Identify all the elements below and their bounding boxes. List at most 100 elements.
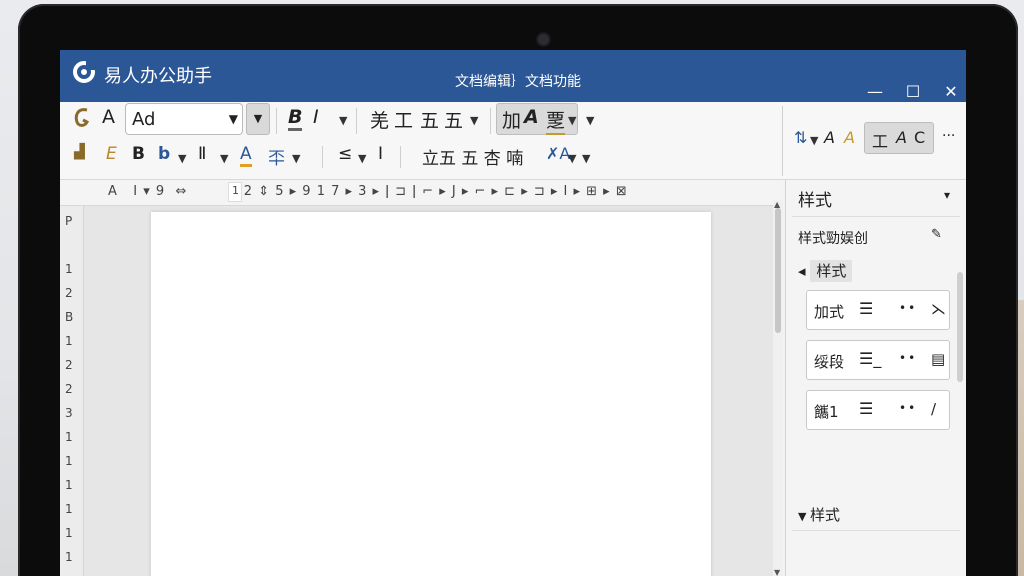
separator — [322, 146, 323, 168]
vruler-label: 2 — [65, 358, 73, 372]
style-card-action[interactable]: ▤ — [931, 350, 945, 368]
panel-title: 样式 — [798, 191, 832, 211]
divider — [792, 530, 960, 531]
style-card[interactable]: 加式 ☰ •• ⋋ — [806, 290, 950, 330]
chevron-down-icon[interactable]: ▼ — [810, 134, 818, 147]
style-t4-button[interactable]: 五 — [444, 106, 463, 133]
style-group-c-button[interactable]: 覂 — [546, 106, 566, 135]
chevron-down-icon[interactable]: ▼ — [582, 152, 590, 165]
chevron-down-icon: ▼ — [798, 510, 810, 523]
align-lines-icon: ☰ — [859, 399, 874, 418]
side-c-button[interactable]: C — [914, 128, 925, 147]
font-size-dropdown[interactable]: ▼ — [246, 103, 270, 135]
style-e-button[interactable]: E — [106, 144, 117, 164]
app-window: 易人办公助手 文档编辑｝文档功能 — ☐ ✕ A Ad ▼ ▼ B I ▼ 羌 … — [60, 50, 966, 576]
chevron-down-icon[interactable]: ▼ — [339, 114, 347, 127]
document-title: 文档编辑｝文档功能 — [455, 74, 581, 90]
scroll-down-icon[interactable]: ▼ — [774, 568, 780, 576]
ruler-ticks: A I ▾ 9 ⇔ 2 ⇕ 5 ▸ 9 1 7 ▸ 3 ▸ ǀ ⊐ ǀ ⌐ ▸ … — [108, 184, 628, 199]
separator — [782, 106, 783, 176]
style-group-header[interactable]: ◂ 样式 — [798, 260, 853, 282]
vruler-label: 1 — [65, 478, 73, 492]
document-page[interactable] — [151, 212, 711, 576]
style-t3-button[interactable]: 五 — [420, 106, 439, 133]
chevron-down-icon[interactable]: ▼ — [220, 152, 228, 165]
style-group2-header[interactable]: ▼ 样式 — [798, 504, 840, 525]
title-bar: 易人办公助手 文档编辑｝文档功能 — ☐ ✕ — [60, 50, 966, 102]
app-logo-icon — [73, 60, 96, 83]
style-card-name: 䭨1 — [814, 403, 839, 421]
horizontal-ruler: A I ▾ 9 ⇔ 2 ⇕ 5 ▸ 9 1 7 ▸ 3 ▸ ǀ ⊐ ǀ ⌐ ▸ … — [60, 180, 780, 206]
separator — [400, 146, 401, 168]
style-card-name: 加式 — [814, 303, 845, 321]
dots-icon[interactable]: •• — [899, 301, 917, 315]
ribbon-toolbar: A Ad ▼ ▼ B I ▼ 羌 工 五 五 ▼ 加 A 覂 ▼ ▼ ▟ E B… — [60, 102, 966, 180]
style-group-b-button[interactable]: A — [524, 106, 539, 128]
styles-panel: 样式 ▾ 样式勁娱创 ✎ ◂ 样式 加式 ☰ •• ⋋ 绥段 ☰_ •• ▤ 䭨… — [785, 180, 966, 576]
style-group-label: 样式 — [810, 260, 853, 282]
chevron-down-icon[interactable]: ▼ — [178, 152, 186, 165]
font-name-value: Ad — [132, 109, 156, 130]
italic-button[interactable]: I — [313, 106, 319, 128]
vruler-label: P — [65, 214, 73, 228]
chevron-down-icon[interactable]: ▼ — [586, 114, 594, 127]
chevron-down-icon[interactable]: ▼ — [292, 152, 300, 165]
vruler-label: 1 — [65, 454, 73, 468]
chevron-down-icon[interactable]: ▼ — [568, 114, 576, 127]
dots-icon[interactable]: •• — [899, 401, 917, 415]
separator — [356, 108, 357, 134]
style-t1-button[interactable]: 羌 — [370, 106, 389, 133]
style-t2-button[interactable]: 工 — [394, 106, 413, 133]
format-button[interactable]: 㔻 — [268, 144, 285, 169]
font-a-button[interactable]: A — [102, 106, 115, 128]
style-r-button[interactable]: Ⅱ — [198, 144, 206, 164]
align-lines-icon: ☰_ — [859, 349, 882, 368]
maximize-button[interactable]: ☐ — [898, 80, 928, 104]
minimize-button[interactable]: — — [860, 80, 890, 104]
style-card-action[interactable]: ⋋ — [931, 300, 946, 318]
panel-menu-icon[interactable]: ▾ — [944, 188, 950, 202]
side-a1-button[interactable]: A — [824, 128, 835, 147]
style-card[interactable]: 䭨1 ☰ •• ∕ — [806, 390, 950, 430]
bold-b-button[interactable]: B — [132, 144, 145, 164]
sort-button[interactable]: ⇅ — [794, 128, 807, 147]
clear-format-button[interactable]: ✗A — [546, 144, 570, 163]
chevron-down-icon[interactable]: ▼ — [470, 114, 478, 127]
side-a3-button[interactable]: A — [896, 128, 907, 147]
close-button[interactable]: ✕ — [936, 80, 966, 104]
edit-icon[interactable]: ✎ — [931, 227, 942, 242]
panel-subtitle: 样式勁娱创 — [798, 231, 868, 247]
style-card[interactable]: 绥段 ☰_ •• ▤ — [806, 340, 950, 380]
chevron-left-icon: ◂ — [798, 262, 811, 280]
vruler-label: 1 — [65, 430, 73, 444]
separator — [490, 108, 491, 134]
style-b2-button[interactable]: b — [158, 144, 170, 164]
style-card-action[interactable]: ∕ — [931, 400, 936, 418]
bold-button[interactable]: B — [288, 106, 303, 131]
style-group-a-button[interactable]: 加 — [502, 106, 521, 133]
style-card-name: 绥段 — [814, 353, 845, 371]
vertical-scrollbar[interactable]: ▲ ▼ — [773, 200, 783, 576]
spacing-button[interactable]: ≤ — [338, 144, 352, 164]
scrollbar-thumb[interactable] — [775, 208, 781, 333]
chevron-down-icon[interactable]: ▼ — [568, 152, 576, 165]
side-a2-button[interactable]: A — [844, 128, 855, 147]
dots-icon[interactable]: •• — [899, 351, 917, 365]
vruler-label: 2 — [65, 286, 73, 300]
panel-scrollbar[interactable] — [957, 272, 963, 382]
paragraph-style-buttons[interactable]: 立五 五 杏 喃 — [422, 144, 523, 169]
vertical-ruler: P 1 2 B 1 2 2 3 1 1 1 1 1 1 — [60, 206, 84, 576]
side-t-button[interactable]: 工 — [872, 128, 888, 152]
paste-icon[interactable]: ▟ — [74, 144, 85, 160]
vruler-label: 1 — [65, 550, 73, 564]
font-name-select[interactable]: Ad ▼ — [125, 103, 243, 135]
format-painter-icon[interactable] — [74, 106, 90, 130]
ruler-marker[interactable]: 1 — [228, 182, 242, 202]
style-i-button[interactable]: I — [378, 144, 383, 164]
webcam — [538, 34, 549, 45]
more-options-icon[interactable]: ··· — [942, 128, 955, 144]
font-color-button[interactable]: A — [240, 144, 252, 167]
chevron-down-icon[interactable]: ▼ — [358, 152, 366, 165]
document-canvas — [84, 206, 776, 576]
separator — [276, 108, 277, 134]
